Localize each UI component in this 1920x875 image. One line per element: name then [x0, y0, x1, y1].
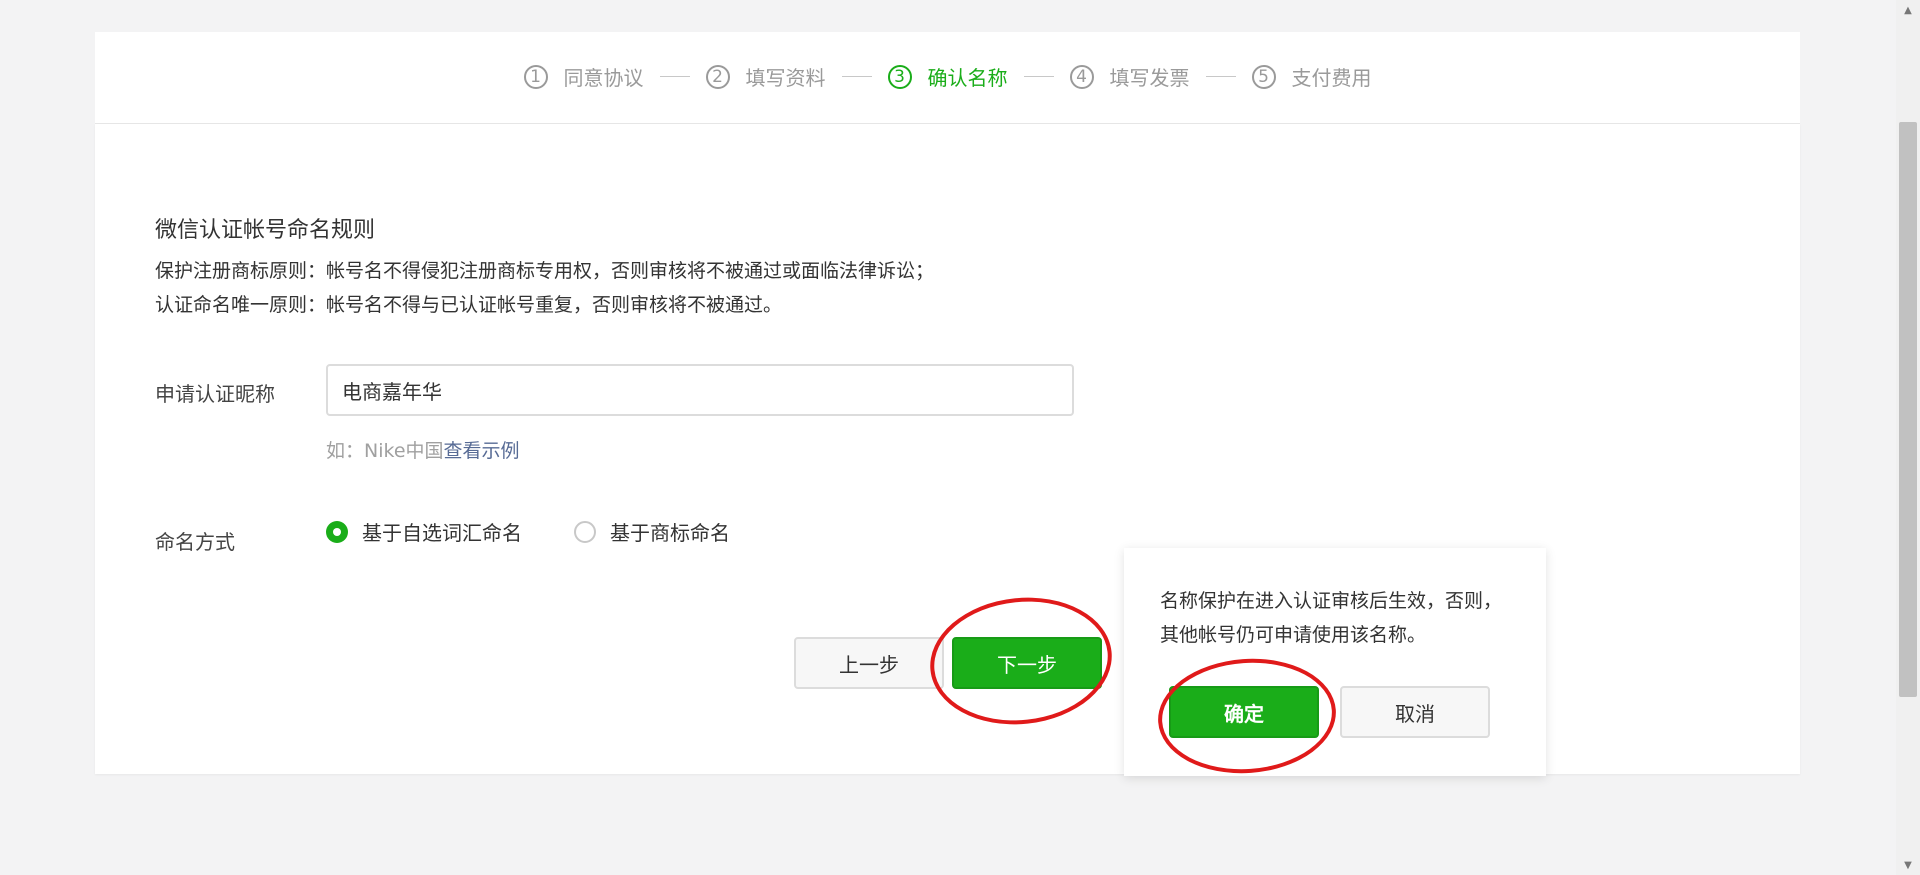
popover-message: 名称保护在进入认证审核后生效，否则，其他帐号仍可申请使用该名称。: [1160, 590, 1503, 646]
step-label: 确认名称: [927, 66, 1008, 90]
scroll-up-icon[interactable]: ▲: [1896, 0, 1920, 20]
view-example-link[interactable]: 查看示例: [444, 440, 520, 462]
rules-line-trademark: 保护注册商标原则：帐号名不得侵犯注册商标专用权，否则审核将不被通过或面临法律诉讼…: [155, 260, 935, 282]
vertical-scrollbar[interactable]: ▲ ▼: [1896, 0, 1920, 875]
step-1: 1 同意协议: [523, 62, 644, 91]
nickname-hint: 如：Nike中国查看示例: [326, 436, 520, 463]
stepper-bar: 1 同意协议 2 填写资料 3 确认名称 4 填写发票 5 支付费用: [95, 32, 1800, 125]
nickname-label: 申请认证昵称: [155, 382, 275, 406]
step-separator: [659, 76, 690, 77]
next-step-button[interactable]: 下一步: [952, 637, 1102, 689]
step-separator: [841, 76, 872, 77]
scroll-thumb[interactable]: [1899, 122, 1917, 697]
step-number: 5: [1251, 64, 1276, 89]
rules-title: 微信认证帐号命名规则: [155, 218, 376, 243]
step-number: 3: [887, 64, 912, 89]
radio-checked-icon: [326, 520, 348, 543]
step-label: 支付费用: [1291, 66, 1372, 90]
step-label: 填写发票: [1109, 66, 1190, 90]
step-separator: [1205, 76, 1236, 77]
step-number: 2: [705, 64, 730, 89]
step-4: 4 填写发票: [1069, 62, 1190, 91]
step-5: 5 支付费用: [1251, 62, 1372, 91]
step-3-active: 3 确认名称: [887, 62, 1008, 91]
naming-method-radio-group: 基于自选词汇命名 基于商标命名: [326, 517, 782, 546]
radio-unchecked-icon: [574, 520, 596, 543]
naming-method-label: 命名方式: [155, 530, 235, 554]
nickname-input[interactable]: [326, 364, 1074, 416]
radio-trademark[interactable]: 基于商标命名: [574, 517, 730, 546]
radio-label: 基于自选词汇命名: [362, 521, 522, 545]
steps: 1 同意协议 2 填写资料 3 确认名称 4 填写发票 5 支付费用: [95, 62, 1800, 91]
step-number: 4: [1069, 64, 1094, 89]
step-separator: [1023, 76, 1054, 77]
confirm-popover: 名称保护在进入认证审核后生效，否则，其他帐号仍可申请使用该名称。 确定 取消: [1124, 548, 1546, 776]
step-label: 填写资料: [745, 66, 826, 90]
previous-step-button[interactable]: 上一步: [794, 637, 944, 689]
step-2: 2 填写资料: [705, 62, 826, 91]
radio-custom-vocabulary[interactable]: 基于自选词汇命名: [326, 517, 522, 546]
step-number: 1: [523, 64, 548, 89]
cancel-button[interactable]: 取消: [1340, 686, 1490, 738]
confirm-button[interactable]: 确定: [1169, 686, 1319, 738]
rules-line-unique: 认证命名唯一原则：帐号名不得与已认证帐号重复，否则审核将不被通过。: [155, 294, 783, 316]
scroll-down-icon[interactable]: ▼: [1896, 855, 1920, 875]
radio-label: 基于商标命名: [610, 521, 730, 545]
hint-text: 如：Nike中国: [326, 440, 444, 462]
page: 1 同意协议 2 填写资料 3 确认名称 4 填写发票 5 支付费用 微信认证帐…: [0, 0, 1920, 875]
step-label: 同意协议: [563, 66, 644, 90]
